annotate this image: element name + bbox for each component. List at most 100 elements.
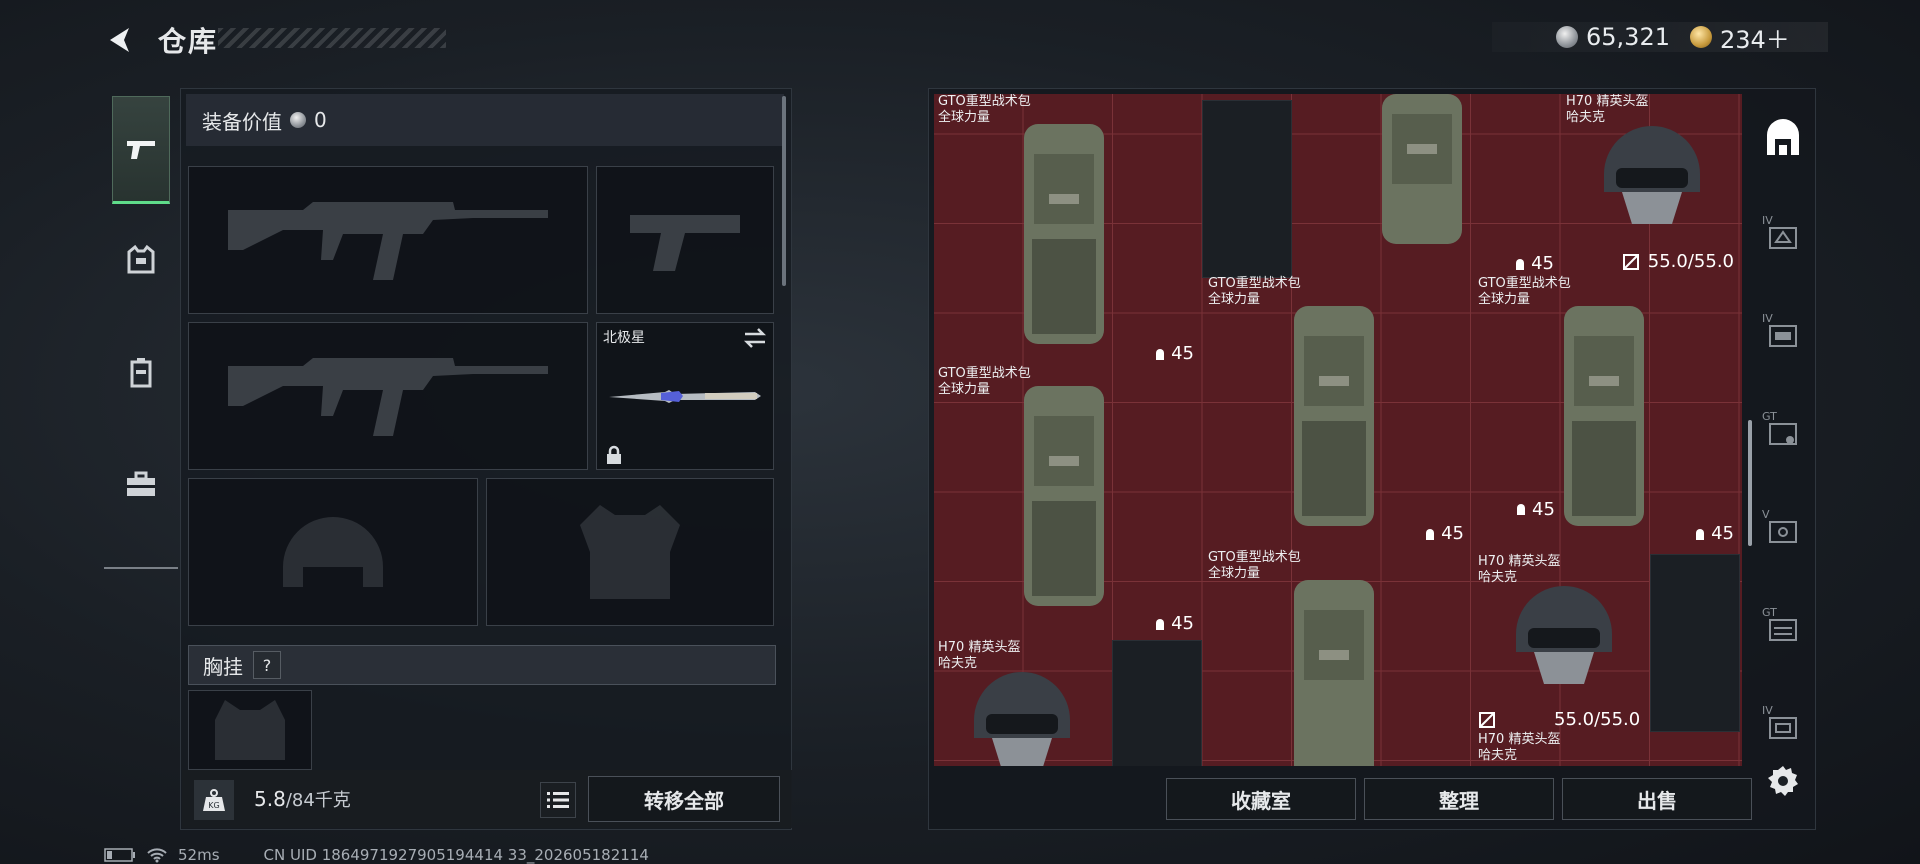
melee-slot[interactable]: 北极星 bbox=[596, 322, 774, 470]
storage-section-6[interactable]: IV bbox=[1756, 690, 1810, 764]
item-name: GTO重型战术包 bbox=[938, 94, 1031, 109]
armor-slot[interactable] bbox=[486, 478, 774, 626]
helmet-image bbox=[1516, 586, 1612, 684]
storage-item-backpack[interactable]: GTO重型战术包 全球力量 45 bbox=[1204, 276, 1472, 546]
durability-icon bbox=[1426, 528, 1435, 540]
storage-item-backpack[interactable]: GTO重型战术包 全球力量 45 bbox=[1474, 276, 1742, 546]
storage-item-helmet[interactable]: H70 精英头盔 哈夫克 bbox=[1474, 732, 1654, 766]
chest-rig-header: 胸挂 ? bbox=[188, 645, 776, 685]
primary-weapon-slot[interactable] bbox=[188, 166, 588, 314]
tab-armor[interactable] bbox=[112, 206, 170, 314]
swap-icon[interactable] bbox=[743, 327, 767, 349]
uid-text: CN UID 1864971927905194414 33_2026051821… bbox=[263, 846, 649, 864]
storage-section-3[interactable]: GT bbox=[1756, 396, 1810, 470]
weight-readout: 5.8/84千克 bbox=[254, 786, 351, 812]
item-name: H70 精英头盔 bbox=[1478, 554, 1561, 569]
item-name: GTO重型战术包 bbox=[1208, 276, 1301, 291]
empty-cell[interactable] bbox=[1650, 554, 1740, 732]
weight-icon-label: KG bbox=[208, 801, 219, 810]
backpack-image bbox=[1294, 580, 1374, 766]
vest-silhouette-icon bbox=[580, 505, 680, 599]
storage-item-backpack[interactable]: GTO重型战术包 全球力量 45 bbox=[934, 94, 1202, 366]
storage-item-helmet[interactable]: H70 精英头盔 哈夫克 bbox=[934, 640, 1112, 766]
storage-scrollbar[interactable] bbox=[1748, 420, 1752, 546]
item-brand: 哈夫克 bbox=[1478, 748, 1518, 763]
chest-rig-label: 胸挂 bbox=[203, 654, 243, 679]
back-button[interactable] bbox=[98, 18, 142, 62]
storage-section-1[interactable]: IV bbox=[1756, 200, 1810, 274]
storage-section-5[interactable]: GT bbox=[1756, 592, 1810, 666]
gear-icon bbox=[1768, 766, 1798, 796]
ping-text: 52ms bbox=[178, 846, 220, 864]
gold-amount[interactable]: 234＋ bbox=[1720, 20, 1790, 55]
storage-section-2[interactable]: IV bbox=[1756, 298, 1810, 372]
backpack-image bbox=[1382, 94, 1462, 244]
storage-home-icon bbox=[1767, 119, 1799, 155]
toolbox-icon bbox=[127, 471, 155, 496]
organize-button[interactable]: 整理 bbox=[1364, 778, 1554, 820]
help-button[interactable]: ? bbox=[253, 651, 281, 679]
armor-icon bbox=[127, 244, 155, 274]
empty-cell[interactable] bbox=[1202, 100, 1292, 278]
durability-icon bbox=[1696, 528, 1705, 540]
storage-item-backpack[interactable]: 45 bbox=[1292, 94, 1562, 276]
helmet-image bbox=[1604, 126, 1700, 224]
section-box-icon bbox=[1769, 521, 1797, 543]
settings-button[interactable] bbox=[1762, 760, 1804, 802]
category-tabs bbox=[104, 88, 178, 570]
rifle-silhouette-icon bbox=[228, 202, 548, 280]
tab-tools[interactable] bbox=[112, 430, 170, 538]
tab-backpack[interactable] bbox=[112, 318, 170, 426]
pistol-silhouette-icon bbox=[630, 215, 740, 271]
weight-icon: KG bbox=[194, 780, 234, 820]
section-tier: IV bbox=[1762, 214, 1773, 227]
equipment-value-label: 装备价值 bbox=[202, 109, 282, 134]
collection-room-button[interactable]: 收藏室 bbox=[1166, 778, 1356, 820]
storage-home-button[interactable] bbox=[1756, 102, 1810, 176]
item-brand: 全球力量 bbox=[938, 110, 991, 125]
helmet-slot[interactable] bbox=[188, 478, 478, 626]
transfer-all-button[interactable]: 转移全部 bbox=[588, 776, 780, 822]
secondary-weapon-slot[interactable] bbox=[188, 322, 588, 470]
storage-section-4[interactable]: V bbox=[1756, 494, 1810, 568]
storage-item-backpack[interactable]: GTO重型战术包 全球力量 45 bbox=[934, 366, 1202, 636]
backpack-image bbox=[1294, 306, 1374, 526]
equipment-value-row: 装备价值 0 bbox=[186, 94, 784, 146]
item-brand: 全球力量 bbox=[1208, 292, 1261, 307]
lock-icon bbox=[607, 445, 621, 464]
equipment-scrollbar[interactable] bbox=[782, 96, 786, 286]
backpack-image bbox=[1564, 306, 1644, 526]
wifi-icon bbox=[147, 848, 167, 863]
storage-item-helmet[interactable]: H70 精英头盔 哈夫克 55.0/55.0 bbox=[1562, 94, 1742, 274]
rifle-silhouette-icon bbox=[228, 358, 548, 436]
storage-item-backpack[interactable]: GTO重型战术包 全球力量 bbox=[1204, 550, 1472, 766]
battery-icon bbox=[104, 848, 135, 862]
item-quantity: 45 bbox=[1693, 523, 1734, 544]
list-view-button[interactable] bbox=[540, 782, 576, 818]
status-line: 52ms CN UID 1864971927905194414 33_20260… bbox=[104, 846, 649, 864]
weight-current: 5.8 bbox=[254, 787, 286, 811]
tab-weapons[interactable] bbox=[112, 96, 170, 204]
item-name: GTO重型战术包 bbox=[1208, 550, 1301, 565]
storage-sections-rail: IV IV GT V GT IV bbox=[1756, 94, 1810, 784]
tabs-divider bbox=[104, 567, 178, 569]
item-name: GTO重型战术包 bbox=[1478, 276, 1571, 291]
durability-icon bbox=[1156, 618, 1165, 630]
chest-rig-slot[interactable] bbox=[188, 690, 312, 770]
item-quantity: 45 bbox=[1153, 613, 1194, 634]
equipment-value: 0 bbox=[314, 108, 327, 132]
silver-coin-icon bbox=[1556, 26, 1578, 48]
item-name: H70 精英头盔 bbox=[1478, 732, 1561, 747]
currency-bar: 65,321 234＋ bbox=[1492, 20, 1828, 55]
item-brand: 全球力量 bbox=[1478, 292, 1531, 307]
pistol-icon bbox=[127, 141, 155, 159]
sell-button[interactable]: 出售 bbox=[1562, 778, 1752, 820]
storage-grid[interactable]: GTO重型战术包 全球力量 45 45 H70 精英头盔 哈夫克 55.0/55… bbox=[934, 94, 1742, 766]
section-tier: IV bbox=[1762, 312, 1773, 325]
title-decoration bbox=[218, 28, 446, 48]
empty-cell[interactable] bbox=[1112, 640, 1202, 766]
pistol-slot[interactable] bbox=[596, 166, 774, 314]
weight-max: /84千克 bbox=[285, 790, 351, 811]
helmet-image bbox=[974, 672, 1070, 766]
storage-item-helmet[interactable]: H70 精英头盔 哈夫克 55.0/55.0 bbox=[1474, 554, 1654, 732]
